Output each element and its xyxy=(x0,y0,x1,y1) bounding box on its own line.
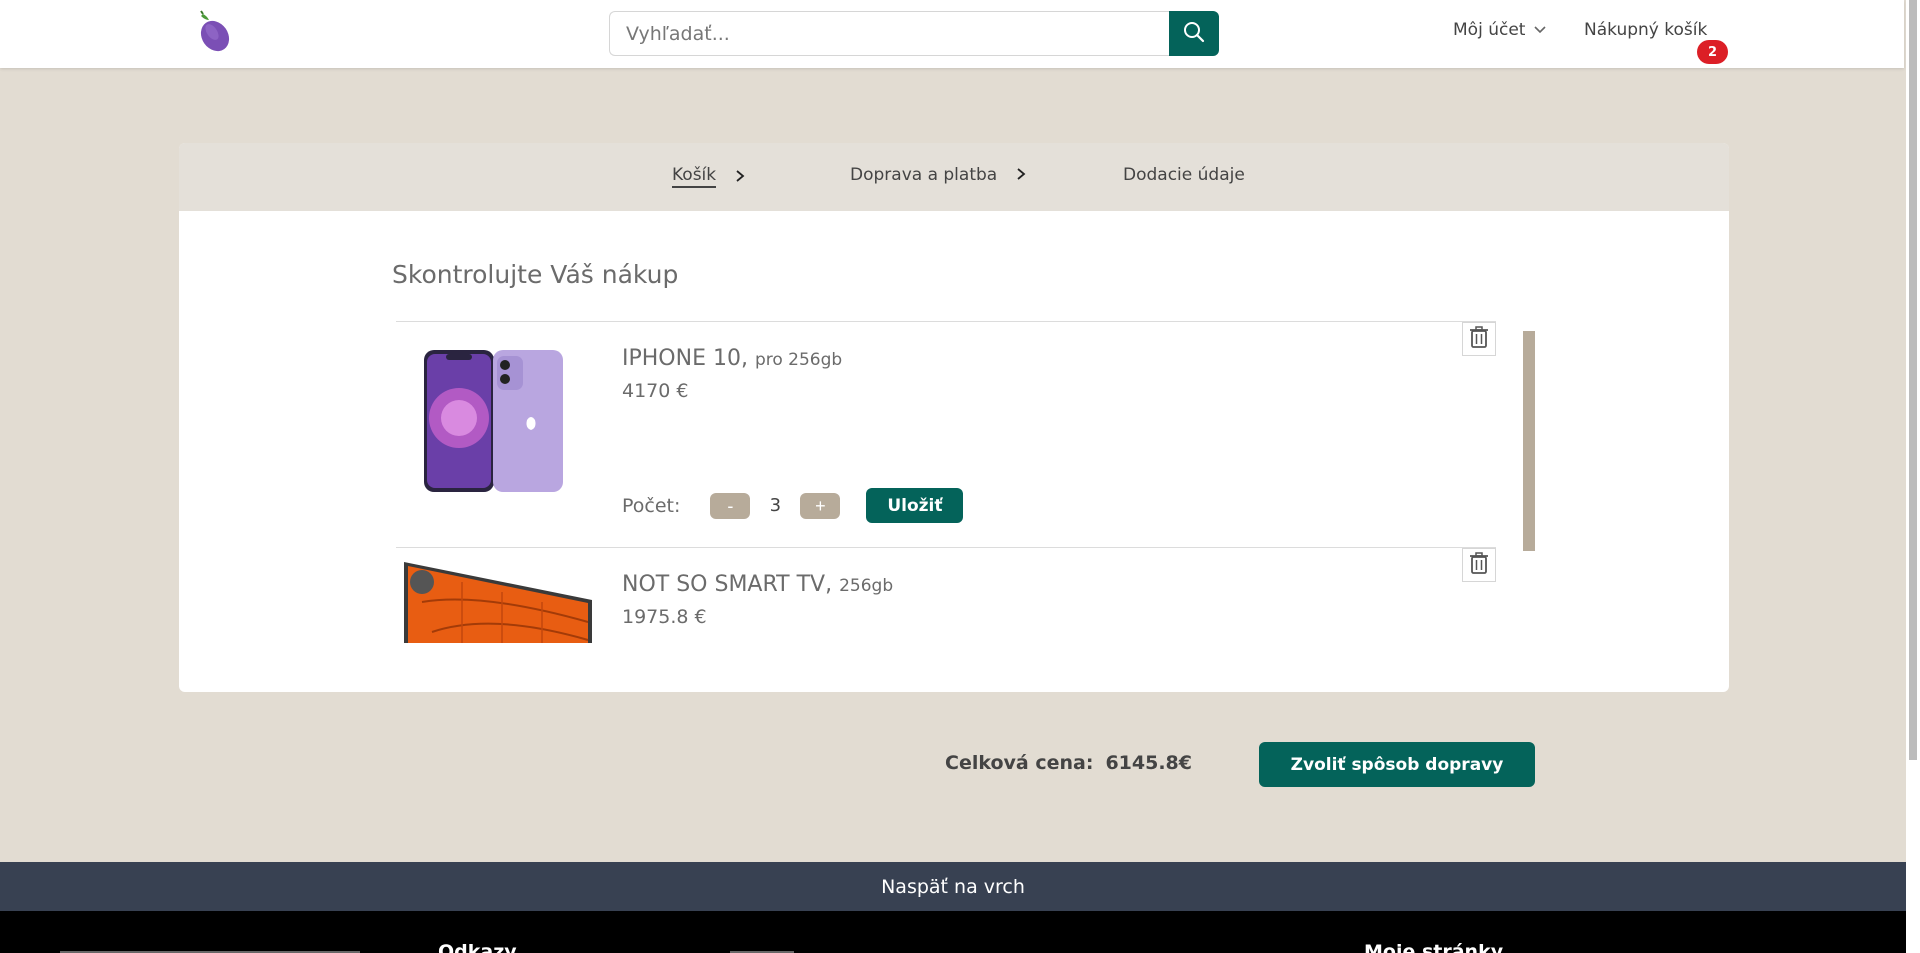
cart-items-list: IPHONE 10, pro 256gb 4170 € Počet: - 3 +… xyxy=(396,321,1516,643)
tv-image xyxy=(402,562,592,643)
item-name-text: NOT SO SMART TV, xyxy=(622,572,833,597)
items-scrollbar-thumb[interactable] xyxy=(1523,331,1535,551)
step-delivery-label: Dodacie údaje xyxy=(1123,165,1245,185)
back-to-top-button[interactable]: Naspäť na vrch xyxy=(0,862,1906,911)
save-quantity-button[interactable]: Uložiť xyxy=(866,488,964,523)
page-title: Skontrolujte Váš nákup xyxy=(392,260,679,289)
footer-heading-my-pages: Moje stránky xyxy=(1364,941,1504,953)
eggplant-logo-icon[interactable] xyxy=(193,10,237,54)
items-scrollbar[interactable] xyxy=(1523,331,1535,551)
quantity-value: 3 xyxy=(769,495,782,516)
footer-heading-links: Odkazy xyxy=(438,941,517,953)
account-label: Môj účet xyxy=(1453,20,1526,40)
page-scrollbar[interactable] xyxy=(1906,0,1920,953)
search-input[interactable] xyxy=(609,11,1169,56)
page-scrollbar-thumb[interactable] xyxy=(1909,0,1917,760)
trash-icon xyxy=(1469,552,1489,578)
checkout-card: Košík Doprava a platba Dodacie údaje Sko… xyxy=(179,143,1729,692)
step-shipping-payment[interactable]: Doprava a platba xyxy=(850,165,1027,185)
item-name: NOT SO SMART TV, 256gb xyxy=(622,572,893,597)
item-name: IPHONE 10, pro 256gb xyxy=(622,346,842,371)
trash-icon xyxy=(1469,326,1489,352)
cart-count-badge: 2 xyxy=(1697,40,1728,64)
delete-item-button[interactable] xyxy=(1462,322,1496,356)
total-value: 6145.8€ xyxy=(1105,752,1192,774)
quantity-row: Počet: - 3 + Uložiť xyxy=(622,488,964,523)
iphone-image xyxy=(421,348,566,493)
checkout-steps: Košík Doprava a platba Dodacie údaje xyxy=(179,143,1729,211)
cart-item: NOT SO SMART TV, 256gb 1975.8 € xyxy=(396,547,1496,643)
item-variant: 256gb xyxy=(839,576,894,596)
quantity-label: Počet: xyxy=(622,494,681,517)
step-cart[interactable]: Košík xyxy=(672,165,746,188)
chevron-down-icon xyxy=(1533,20,1547,40)
quantity-increase-button[interactable]: + xyxy=(800,492,841,519)
total-label: Celková cena: xyxy=(945,752,1094,774)
quantity-decrease-button[interactable]: - xyxy=(710,492,751,519)
item-price: 4170 € xyxy=(622,380,689,402)
cart-link[interactable]: Nákupný košík xyxy=(1584,20,1707,40)
item-name-text: IPHONE 10, xyxy=(622,346,748,371)
delete-item-button[interactable] xyxy=(1462,548,1496,582)
cart-item: IPHONE 10, pro 256gb 4170 € Počet: - 3 +… xyxy=(396,321,1496,548)
site-header: Môj účet Nákupný košík 2 xyxy=(0,0,1904,68)
item-variant: pro 256gb xyxy=(754,350,843,370)
choose-shipping-button[interactable]: Zvoliť spôsob dopravy xyxy=(1259,742,1535,787)
search-button[interactable] xyxy=(1169,11,1219,56)
chevron-right-icon xyxy=(734,167,746,187)
search-icon xyxy=(1183,21,1205,46)
step-shipping-label: Doprava a platba xyxy=(850,165,998,185)
step-cart-label: Košík xyxy=(672,165,717,188)
site-footer: Odkazy Moje stránky xyxy=(0,911,1906,953)
chevron-right-icon xyxy=(1015,165,1027,185)
step-delivery-details[interactable]: Dodacie údaje xyxy=(1123,165,1245,185)
search-bar xyxy=(609,11,1219,56)
item-price: 1975.8 € xyxy=(622,606,707,628)
account-menu[interactable]: Môj účet xyxy=(1453,20,1547,40)
order-total: Celková cena: 6145.8€ xyxy=(945,752,1192,774)
